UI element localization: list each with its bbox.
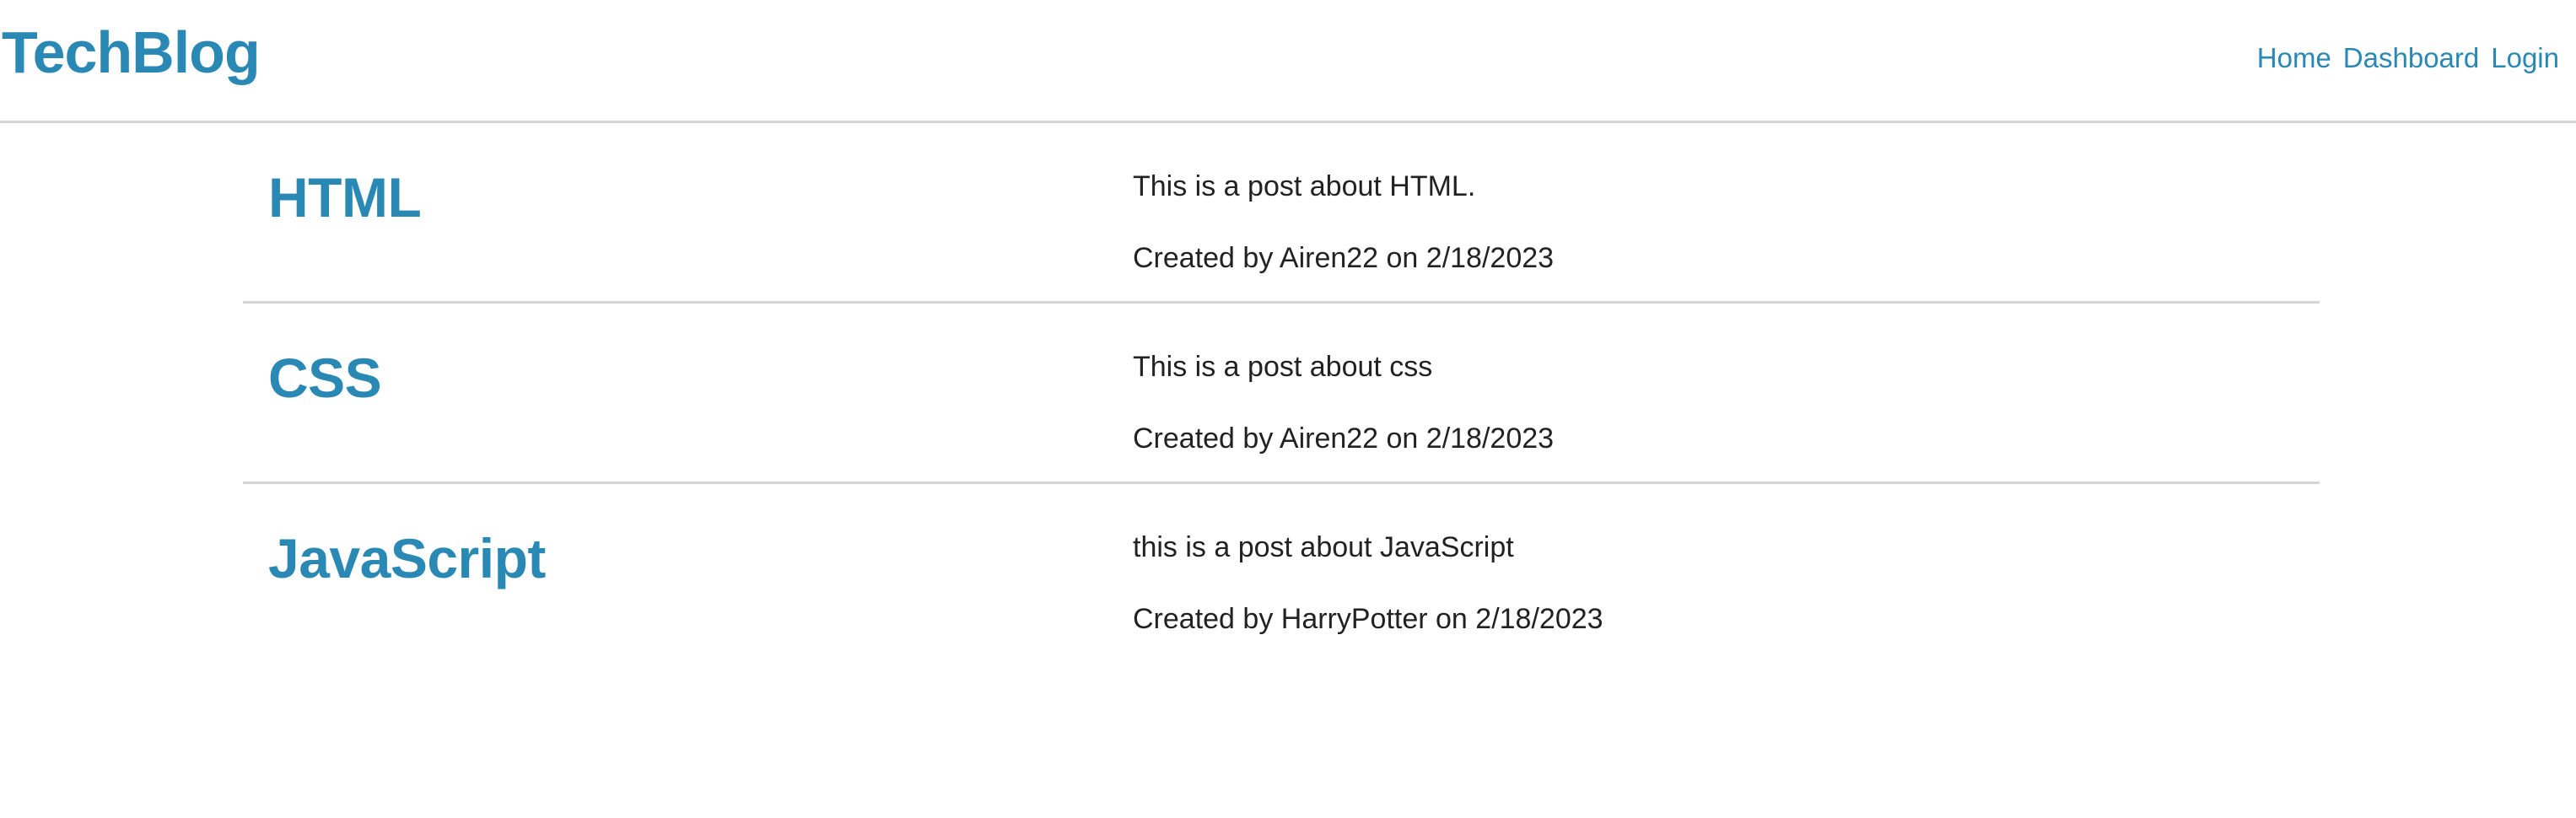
nav-dashboard-link[interactable]: Dashboard	[2343, 42, 2479, 74]
site-header: TechBlog Home Dashboard Login	[0, 0, 2576, 123]
post-body: This is a post about css	[1133, 351, 1433, 383]
post-title-link[interactable]: HTML	[268, 165, 422, 229]
post-body: this is a post about JavaScript	[1133, 531, 1514, 563]
post-title-link[interactable]: JavaScript	[268, 526, 546, 590]
nav-home-link[interactable]: Home	[2257, 42, 2331, 74]
post-title-link[interactable]: CSS	[268, 346, 382, 410]
post-item: HTML This is a post about HTML. Created …	[243, 123, 2320, 304]
post-meta: Created by HarryPotter on 2/18/2023	[1133, 603, 1603, 635]
post-list: HTML This is a post about HTML. Created …	[243, 123, 2320, 665]
post-item: CSS This is a post about css Created by …	[243, 304, 2320, 484]
post-item: JavaScript this is a post about JavaScri…	[243, 484, 2320, 665]
nav-login-link[interactable]: Login	[2491, 42, 2559, 74]
post-meta: Created by Airen22 on 2/18/2023	[1133, 242, 1555, 274]
main-nav: Home Dashboard Login	[2257, 42, 2559, 74]
site-brand-link[interactable]: TechBlog	[2, 19, 261, 86]
post-meta: Created by Airen22 on 2/18/2023	[1133, 422, 1555, 455]
post-body: This is a post about HTML.	[1133, 170, 1476, 202]
